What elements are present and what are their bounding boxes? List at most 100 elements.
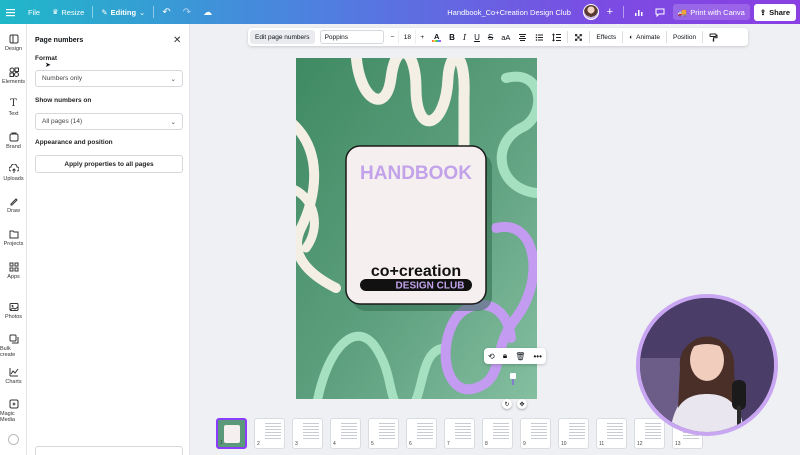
thumbnail-page-12[interactable]: 12 <box>634 418 665 449</box>
upload-icon: ⇪ <box>759 7 767 17</box>
rail-item-projects[interactable]: Projects <box>0 229 27 247</box>
animate-label: Animate <box>636 33 660 41</box>
share-button[interactable]: ⇪ Share <box>753 3 796 21</box>
text-icon: T <box>10 98 17 109</box>
thumbnail-page-4[interactable]: 4 <box>330 418 361 449</box>
page-number-element <box>510 373 516 379</box>
undo-button[interactable]: ↶ <box>156 0 176 24</box>
thumbnail-page-5[interactable]: 5 <box>368 418 399 449</box>
add-collaborator-icon[interactable]: + <box>603 5 617 19</box>
file-label: File <box>28 7 41 17</box>
spacing-button[interactable] <box>548 28 565 46</box>
bold-button[interactable]: B <box>445 28 459 46</box>
resize-label: Resize <box>61 7 85 17</box>
thumb-text-lines <box>493 423 509 439</box>
bar-chart-icon <box>634 9 643 16</box>
thumb-number: 8 <box>485 441 488 447</box>
underline-button[interactable]: U <box>470 28 484 46</box>
rail-label: Elements <box>2 79 25 85</box>
thumbnail-page-3[interactable]: 3 <box>292 418 323 449</box>
trash-icon[interactable]: 🗑︎ <box>515 352 525 361</box>
edit-page-numbers-button[interactable]: Edit page numbers <box>250 30 315 44</box>
rail-item-brand[interactable]: Brand <box>0 132 27 150</box>
comments-button[interactable] <box>651 0 669 24</box>
rotate-icon[interactable]: ↻ <box>502 399 512 409</box>
comment-add-icon[interactable]: ⟲ <box>488 352 495 361</box>
align-button[interactable] <box>514 28 531 46</box>
menu-icon[interactable] <box>0 0 22 24</box>
thumb-number: 10 <box>561 441 567 447</box>
thumb-number: 11 <box>599 441 605 447</box>
file-menu[interactable]: File <box>22 0 46 24</box>
rail-item-draw[interactable]: Draw <box>0 196 27 214</box>
transparency-button[interactable] <box>570 28 587 46</box>
thumbnail-page-11[interactable]: 11 <box>596 418 627 449</box>
thumb-number: 1 <box>220 440 223 446</box>
rail-item-apps[interactable]: Apps <box>0 262 27 280</box>
decrease-font-size-button[interactable]: − <box>387 28 399 46</box>
panel-title: Page numbers <box>35 37 84 44</box>
uploads-icon <box>8 164 19 173</box>
thumbnail-page-2[interactable]: 2 <box>254 418 285 449</box>
rail-item-magic-media[interactable]: Magic Media <box>0 399 27 423</box>
chevron-down-icon: ⌄ <box>139 7 146 17</box>
rail-item-charts[interactable]: Charts <box>0 367 27 385</box>
rail-item-elements[interactable]: Elements <box>0 67 27 85</box>
divider <box>665 31 667 43</box>
print-with-canva-button[interactable]: 🚚 Print with Canva <box>672 4 750 20</box>
editing-mode-dropdown[interactable]: ✎ Editing ⌄ <box>95 0 151 24</box>
more-apps-icon[interactable] <box>8 434 19 445</box>
increase-font-size-button[interactable]: + <box>416 28 428 46</box>
apply-to-all-pages-button[interactable]: Apply properties to all pages <box>35 155 183 173</box>
paint-roller-icon <box>709 33 718 42</box>
redo-button[interactable]: ↷ <box>177 0 197 24</box>
close-icon[interactable]: ✕ <box>173 35 181 46</box>
thumbnail-page-1[interactable]: 1 <box>216 418 247 449</box>
thumb-number: 3 <box>295 441 298 447</box>
strikethrough-button[interactable]: S <box>484 28 497 46</box>
font-dropdown[interactable]: Poppins <box>319 30 384 44</box>
insights-button[interactable] <box>630 0 647 24</box>
thumbnail-page-10[interactable]: 10 <box>558 418 589 449</box>
thumbnail-page-7[interactable]: 7 <box>444 418 475 449</box>
show-numbers-select[interactable]: All pages (14) ⌄ <box>35 113 183 130</box>
resize-button[interactable]: ♛ Resize <box>46 0 90 24</box>
photos-icon <box>9 303 18 311</box>
rail-item-text[interactable]: T Text <box>0 98 27 118</box>
animate-icon: ◐ <box>629 33 634 41</box>
list-button[interactable] <box>531 28 548 46</box>
lock-icon[interactable]: 🔒︎ <box>503 351 507 361</box>
selection-handle <box>512 379 514 385</box>
crown-icon: ♛ <box>52 9 59 16</box>
italic-button[interactable]: I <box>459 28 470 46</box>
thumbnail-page-9[interactable]: 9 <box>520 418 551 449</box>
cloud-save-button[interactable]: ☁ <box>197 0 218 24</box>
font-size-input[interactable]: 18 <box>398 30 417 44</box>
more-icon[interactable]: ••• <box>534 352 542 361</box>
copy-style-button[interactable] <box>705 28 722 46</box>
panel-bottom-button[interactable] <box>35 446 183 455</box>
format-select[interactable]: Numbers only ⌄ <box>35 70 183 87</box>
position-button[interactable]: Position <box>669 28 700 46</box>
redo-icon: ↷ <box>182 6 192 18</box>
effects-button[interactable]: Effects <box>592 28 620 46</box>
rail-item-design[interactable]: Design <box>0 34 27 52</box>
chevron-down-icon: ⌄ <box>170 75 176 83</box>
document-title[interactable]: Handbook_Co+Creation Design Club <box>447 8 571 17</box>
rail-label: Apps <box>7 274 20 280</box>
thumbnail-page-6[interactable]: 6 <box>406 418 437 449</box>
rail-item-photos[interactable]: Photos <box>0 302 27 320</box>
collaborator-avatar[interactable] <box>582 4 599 20</box>
divider <box>92 6 94 18</box>
elements-icon <box>9 67 19 77</box>
letter-case-button[interactable]: aA <box>497 28 514 46</box>
rail-item-uploads[interactable]: Uploads <box>0 164 27 182</box>
thumbnail-page-8[interactable]: 8 <box>482 418 513 449</box>
rail-item-bulk-create[interactable]: Bulk create <box>0 334 27 358</box>
text-color-button[interactable]: A <box>428 28 445 46</box>
pencil-icon: ✎ <box>101 7 108 17</box>
magic-media-icon <box>9 399 18 409</box>
animate-button[interactable]: ◐ Animate <box>625 28 664 46</box>
headline: HANDBOOK <box>360 163 472 184</box>
move-icon[interactable]: ✥ <box>517 399 527 409</box>
